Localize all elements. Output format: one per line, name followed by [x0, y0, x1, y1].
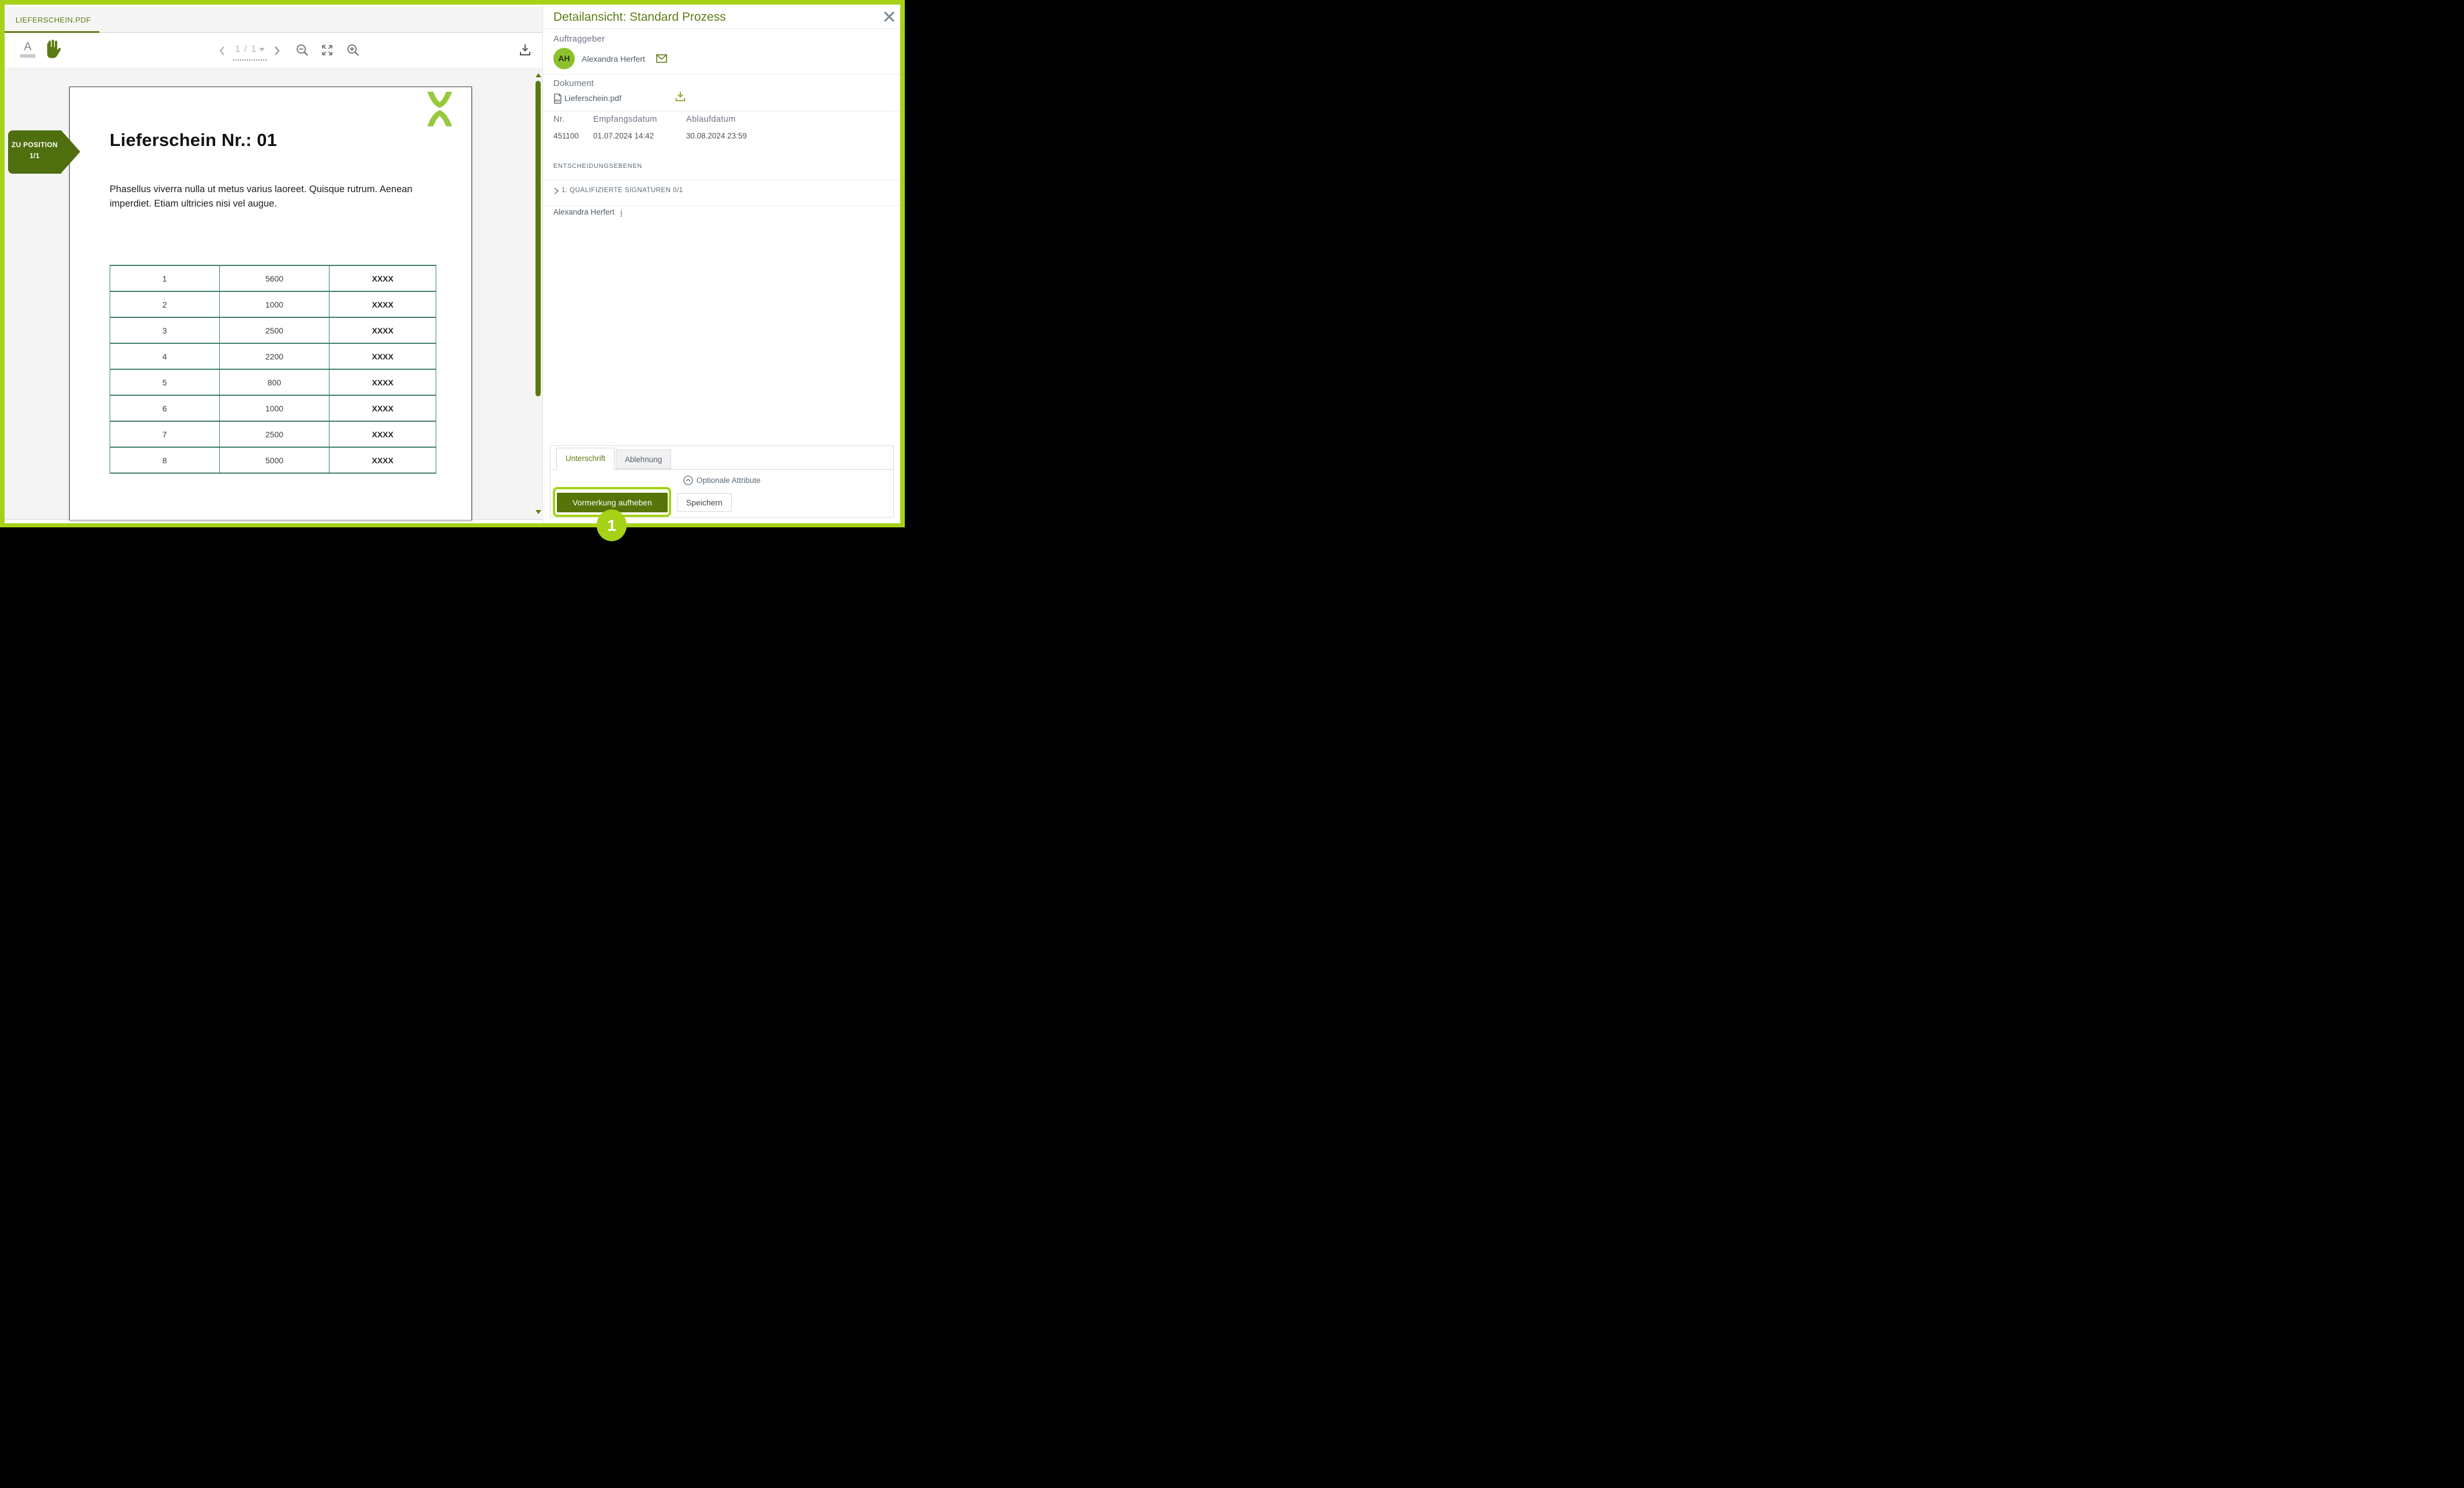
zoom-out-button[interactable]	[295, 43, 309, 59]
signer-row: Alexandra Herfert i	[553, 208, 622, 216]
pdf-file-icon: PDF	[553, 93, 562, 104]
download-icon	[518, 43, 532, 58]
viewer-toolbar: A 1 / 1	[5, 33, 542, 68]
document-heading: Lieferschein Nr.: 01	[110, 130, 277, 151]
zoom-in-icon	[346, 43, 360, 57]
divider	[543, 179, 900, 180]
text-select-tool-button[interactable]: A	[19, 40, 36, 58]
scrollbar-thumb[interactable]	[536, 81, 541, 396]
flag-arrow-point	[61, 130, 80, 173]
chevron-right-icon	[553, 188, 559, 194]
nr-label: Nr.	[553, 115, 565, 124]
save-button[interactable]: Speichern	[677, 493, 732, 512]
info-icon[interactable]: i	[620, 209, 623, 216]
text-select-icon: A	[19, 40, 36, 53]
table-row: 85000XXXX	[110, 447, 436, 473]
expiry-label: Ablaufdatum	[686, 115, 736, 124]
avatar: AH	[553, 48, 575, 69]
table-row: 72500XXXX	[110, 421, 436, 447]
nr-value: 451100	[553, 132, 579, 140]
table-row: 42200XXXX	[110, 343, 436, 369]
viewer-canvas: Lieferschein Nr.: 01 Phasellus viverra n…	[5, 68, 542, 520]
optional-attributes-label: Optionale Attribute	[696, 476, 761, 485]
table-row: 15600XXXX	[110, 265, 436, 291]
screenshot-root: LIEFERSCHEIN.PDF A	[0, 0, 905, 546]
file-name[interactable]: Lieferschein.pdf	[564, 93, 621, 103]
action-card: Unterschrift Ablehnung Optionale Attribu…	[550, 445, 894, 518]
download-file-button[interactable]	[674, 89, 688, 103]
received-value: 01.07.2024 14:42	[593, 132, 654, 140]
hand-tool-button[interactable]	[41, 38, 61, 62]
previous-page-button[interactable]	[218, 46, 227, 55]
table-row: 61000XXXX	[110, 395, 436, 421]
tab-ablehnung[interactable]: Ablehnung	[616, 449, 671, 469]
page-input-underline	[233, 59, 267, 61]
hand-icon	[41, 38, 61, 61]
email-icon[interactable]	[656, 54, 667, 66]
signer-name: Alexandra Herfert	[553, 208, 615, 216]
text-select-underline	[20, 54, 35, 58]
client-name: Alexandra Herfert	[582, 54, 645, 63]
chevron-left-icon	[218, 46, 226, 56]
svg-text:PDF: PDF	[555, 100, 560, 103]
download-file-icon	[674, 89, 687, 103]
close-button[interactable]	[883, 10, 896, 23]
annotation-step-badge: 1	[597, 509, 627, 541]
scrollbar-down-arrow[interactable]	[536, 510, 541, 514]
tab-lieferschein-pdf[interactable]: LIEFERSCHEIN.PDF	[16, 7, 91, 33]
flag-counter: 1/1	[8, 151, 61, 162]
document-table: 15600XXXX 21000XXXX 32500XXXX 42200XXXX …	[110, 265, 436, 474]
page-number-control[interactable]: 1 / 1	[232, 43, 268, 55]
document-section-label: Dokument	[553, 78, 594, 88]
download-document-button[interactable]	[518, 43, 532, 59]
viewer-tabbar: LIEFERSCHEIN.PDF	[5, 7, 542, 33]
zoom-out-icon	[295, 43, 309, 57]
client-section-label: Auftraggeber	[553, 34, 605, 44]
next-page-button[interactable]	[272, 46, 282, 55]
page-dropdown-caret-icon	[259, 48, 265, 51]
received-label: Empfangsdatum	[593, 115, 657, 124]
chevron-up-circle-icon	[683, 475, 693, 485]
detail-panel: Detailansicht: Standard Prozess Auftragg…	[542, 5, 900, 523]
optional-attributes-toggle[interactable]: Optionale Attribute	[551, 475, 893, 485]
app-window: LIEFERSCHEIN.PDF A	[5, 5, 900, 523]
expand-icon	[321, 44, 334, 57]
page-number-display: 1 / 1	[235, 43, 257, 54]
pdf-page: Lieferschein Nr.: 01 Phasellus viverra n…	[69, 87, 472, 520]
table-row: 32500XXXX	[110, 317, 436, 343]
zoom-in-button[interactable]	[346, 43, 360, 59]
divider	[543, 205, 900, 206]
tab-unterschrift[interactable]: Unterschrift	[556, 448, 615, 470]
chevron-right-icon	[273, 46, 281, 56]
flag-label: ZU POSITION	[8, 140, 61, 151]
table-row: 5800XXXX	[110, 369, 436, 395]
decision-level-text: 1: QUALIFIZIERTE SIGNATUREN 0/1	[561, 187, 683, 194]
scrollbar-up-arrow[interactable]	[536, 73, 541, 77]
company-logo	[421, 92, 459, 126]
panel-title: Detailansicht: Standard Prozess	[553, 10, 726, 24]
decision-levels-label: ENTSCHEIDUNGSEBENEN	[553, 163, 642, 170]
table-row: 21000XXXX	[110, 291, 436, 317]
pdf-viewer: LIEFERSCHEIN.PDF A	[5, 5, 542, 523]
fullscreen-button[interactable]	[321, 44, 334, 58]
expiry-value: 30.08.2024 23:59	[686, 132, 747, 140]
divider	[543, 28, 900, 29]
close-icon	[883, 10, 896, 23]
document-paragraph: Phasellus viverra nulla ut metus varius …	[110, 182, 440, 211]
